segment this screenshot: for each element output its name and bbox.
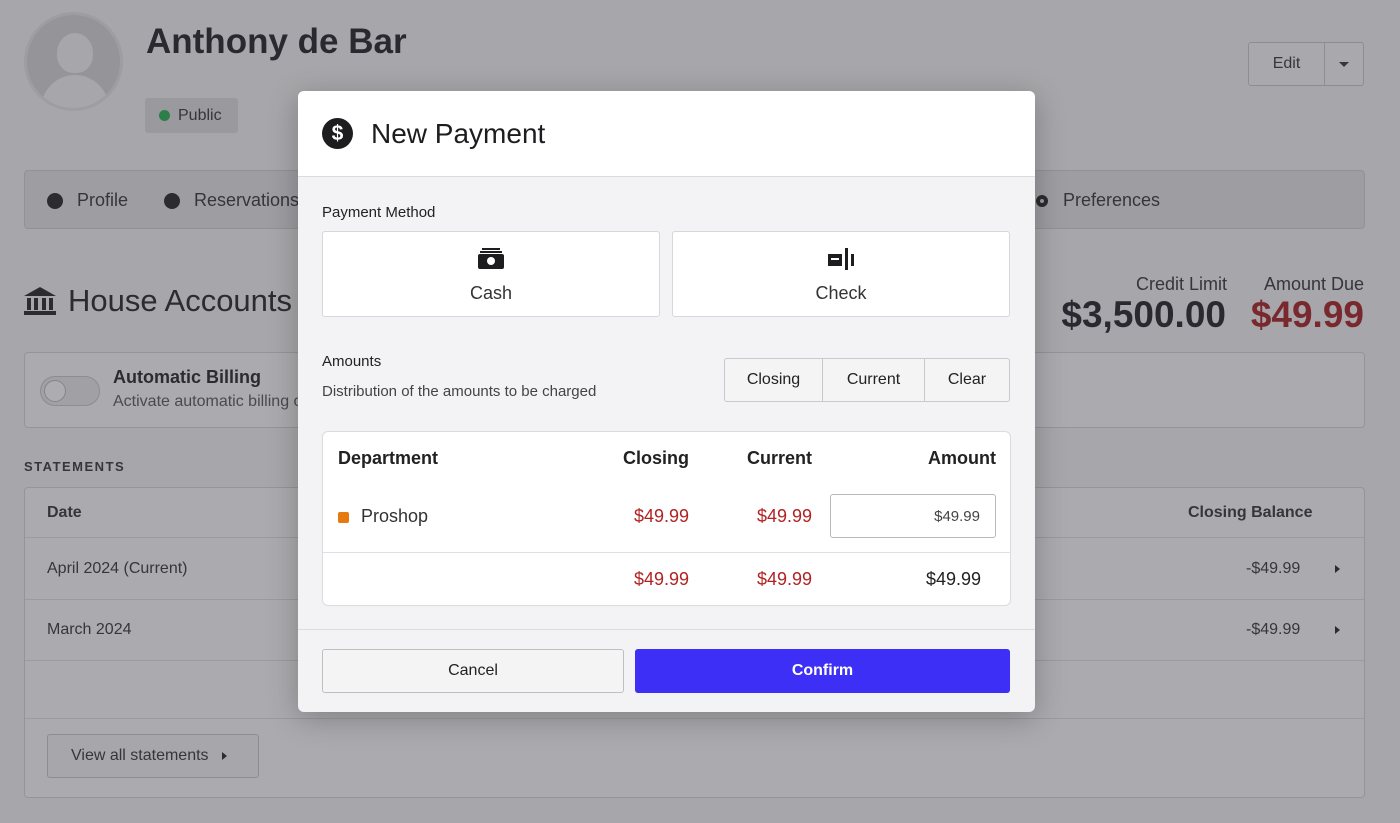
method-label: Cash: [469, 283, 513, 303]
department-color-dot: [338, 512, 349, 523]
cash-icon: [478, 248, 504, 269]
check-icon: [828, 248, 854, 270]
amounts-label: Amounts: [322, 353, 382, 370]
confirm-button[interactable]: Confirm: [635, 649, 1010, 693]
total-closing: $49.99: [633, 569, 689, 589]
modal-title: New Payment: [371, 117, 546, 149]
closing-value: $49.99: [633, 506, 689, 526]
divider: [323, 552, 1010, 553]
total-current: $49.99: [756, 569, 812, 589]
department-name: Proshop: [361, 506, 429, 526]
column-closing: Closing: [623, 448, 689, 468]
column-current: Current: [746, 448, 812, 468]
cancel-button[interactable]: Cancel: [322, 649, 624, 693]
column-amount: Amount: [928, 448, 996, 468]
dollar-icon: $: [322, 118, 353, 149]
modal-footer: Cancel Confirm: [298, 629, 1035, 712]
amounts-description: Distribution of the amounts to be charge…: [322, 383, 597, 400]
payment-method-check[interactable]: Check: [672, 231, 1010, 317]
department-amounts-table: Department Closing Current Amount Prosho…: [322, 431, 1011, 606]
amount-input[interactable]: [830, 494, 996, 538]
modal-header: $ New Payment: [298, 91, 1035, 177]
closing-button[interactable]: Closing: [725, 359, 823, 401]
column-department: Department: [338, 448, 439, 468]
payment-method-label: Payment Method: [322, 204, 436, 221]
distribution-button-group: Closing Current Clear: [724, 358, 1010, 402]
total-amount: $49.99: [925, 569, 981, 589]
current-button[interactable]: Current: [823, 359, 925, 401]
payment-method-cash[interactable]: Cash: [322, 231, 660, 317]
new-payment-modal: $ New Payment Payment Method Cash Check …: [298, 91, 1035, 712]
current-value: $49.99: [756, 506, 812, 526]
clear-button[interactable]: Clear: [925, 359, 1009, 401]
method-label: Check: [815, 283, 867, 303]
